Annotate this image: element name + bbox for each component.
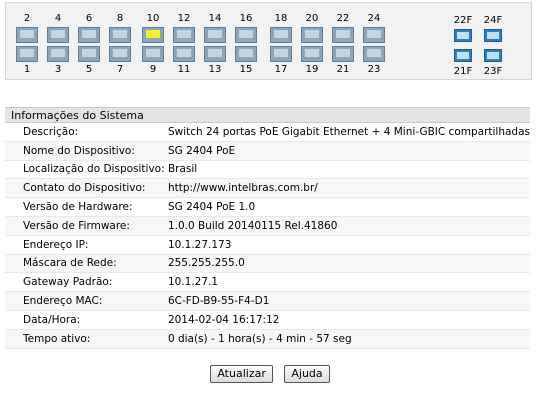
port-number-label: 9 (149, 64, 157, 75)
info-value: http://www.intelbras.com.br/ (167, 178, 530, 199)
port-12[interactable] (173, 27, 195, 43)
port-1[interactable] (16, 46, 38, 62)
port-16[interactable] (235, 27, 257, 43)
port-14[interactable] (204, 27, 226, 43)
info-value: Brasil (167, 160, 530, 180)
port-number-label: 7 (116, 64, 124, 75)
port-number-label: 8 (116, 13, 124, 24)
port-10[interactable] (142, 27, 164, 43)
info-row: Endereço MAC: 6C-FD-B9-55-F4-D1 (5, 291, 530, 311)
port-6[interactable] (78, 27, 100, 43)
port-number-label: 21 (336, 64, 350, 75)
port-2[interactable] (16, 27, 38, 43)
info-row: Endereço IP: 10.1.27.173 (5, 235, 530, 255)
info-label: Máscara de Rede: (5, 254, 168, 274)
sfp-port-24F[interactable] (484, 29, 502, 42)
info-value: 6C-FD-B9-55-F4-D1 (167, 291, 530, 311)
port-number-label: 15 (239, 64, 253, 75)
help-button[interactable]: Ajuda (284, 365, 330, 383)
info-value: SG 2404 PoE 1.0 (167, 197, 530, 217)
info-row: Máscara de Rede: 255.255.255.0 (5, 254, 530, 274)
port-number-label: 3 (54, 64, 62, 75)
port-number-label: 19 (305, 64, 319, 75)
info-row: Descrição: Switch 24 portas PoE Gigabit E… (5, 123, 530, 142)
sfp-number-label: 21F (453, 66, 473, 77)
port-number-label: 24 (367, 13, 381, 24)
port-number-label: 16 (239, 13, 253, 24)
port-20[interactable] (301, 27, 323, 43)
info-label: Data/Hora: (5, 310, 168, 330)
port-8[interactable] (109, 27, 131, 43)
port-5[interactable] (78, 46, 100, 62)
port-number-label: 22 (336, 13, 350, 24)
info-value: Switch 24 portas PoE Gigabit Ethernet + … (167, 123, 530, 142)
port-7[interactable] (109, 46, 131, 62)
info-row: Gateway Padrão: 10.1.27.1 (5, 272, 530, 293)
port-number-label: 12 (177, 13, 191, 24)
info-row: Versão de Firmware: 1.0.0 Build 20140115 … (5, 216, 530, 236)
info-value: 2014-02-04 16:17:12 (167, 310, 530, 330)
port-13[interactable] (204, 46, 226, 62)
system-info-table: Descrição: Switch 24 portas PoE Gigabit E… (5, 123, 530, 349)
info-value: SG 2404 PoE (167, 141, 530, 161)
port-number-label: 14 (208, 13, 222, 24)
port-22[interactable] (332, 27, 354, 43)
port-number-label: 11 (177, 64, 191, 75)
port-9[interactable] (142, 46, 164, 62)
info-label: Localização do Dispositivo: (5, 160, 168, 180)
port-panel: 2 1 4 3 6 5 8 7 10 9 12 11 14 13 16 15 18 17 20 19 22 21 24 23 2… (5, 2, 532, 80)
port-17[interactable] (270, 46, 292, 62)
info-label: Versão de Firmware: (5, 216, 168, 236)
info-value: 255.255.255.0 (167, 254, 530, 274)
port-number-label: 1 (23, 64, 31, 75)
sfp-number-label: 23F (483, 66, 503, 77)
info-row: Versão de Hardware: SG 2404 PoE 1.0 (5, 197, 530, 217)
info-value: 1.0.0 Build 20140115 Rel.41860 (167, 216, 530, 236)
info-label: Descrição: (5, 123, 168, 142)
info-label: Contato do Dispositivo: (5, 178, 168, 199)
port-3[interactable] (47, 46, 69, 62)
info-row: Nome do Dispositivo: SG 2404 PoE (5, 141, 530, 161)
refresh-button[interactable]: Atualizar (210, 365, 273, 383)
sfp-number-label: 24F (483, 15, 503, 26)
port-number-label: 20 (305, 13, 319, 24)
sfp-port-21F[interactable] (454, 49, 472, 62)
port-15[interactable] (235, 46, 257, 62)
sfp-port-23F[interactable] (484, 49, 502, 62)
port-number-label: 17 (274, 64, 288, 75)
info-label: Endereço IP: (5, 235, 168, 255)
info-label: Nome do Dispositivo: (5, 141, 168, 161)
button-bar: Atualizar Ajuda (0, 365, 540, 383)
info-row: Data/Hora: 2014-02-04 16:17:12 (5, 310, 530, 330)
section-title: Informações do Sistema (5, 107, 530, 123)
info-label: Endereço MAC: (5, 291, 168, 311)
info-label: Gateway Padrão: (5, 272, 168, 293)
info-row: Tempo ativo: 0 dia(s) - 1 hora(s) - 4 min… (5, 329, 530, 349)
info-row: Localização do Dispositivo: Brasil (5, 160, 530, 180)
sfp-port-22F[interactable] (454, 29, 472, 42)
port-number-label: 6 (85, 13, 93, 24)
info-label: Tempo ativo: (5, 329, 168, 349)
port-number-label: 18 (274, 13, 288, 24)
port-18[interactable] (270, 27, 292, 43)
port-19[interactable] (301, 46, 323, 62)
port-4[interactable] (47, 27, 69, 43)
port-number-label: 5 (85, 64, 93, 75)
port-number-label: 13 (208, 64, 222, 75)
sfp-number-label: 22F (453, 15, 473, 26)
info-value: 10.1.27.1 (167, 272, 530, 293)
port-number-label: 2 (23, 13, 31, 24)
port-21[interactable] (332, 46, 354, 62)
port-24[interactable] (363, 27, 385, 43)
port-23[interactable] (363, 46, 385, 62)
info-row: Contato do Dispositivo: http://www.intelb… (5, 178, 530, 199)
port-11[interactable] (173, 46, 195, 62)
info-value: 0 dia(s) - 1 hora(s) - 4 min - 57 seg (167, 329, 530, 349)
port-number-label: 4 (54, 13, 62, 24)
info-value: 10.1.27.173 (167, 235, 530, 255)
port-number-label: 23 (367, 64, 381, 75)
info-label: Versão de Hardware: (5, 197, 168, 217)
port-number-label: 10 (146, 13, 160, 24)
